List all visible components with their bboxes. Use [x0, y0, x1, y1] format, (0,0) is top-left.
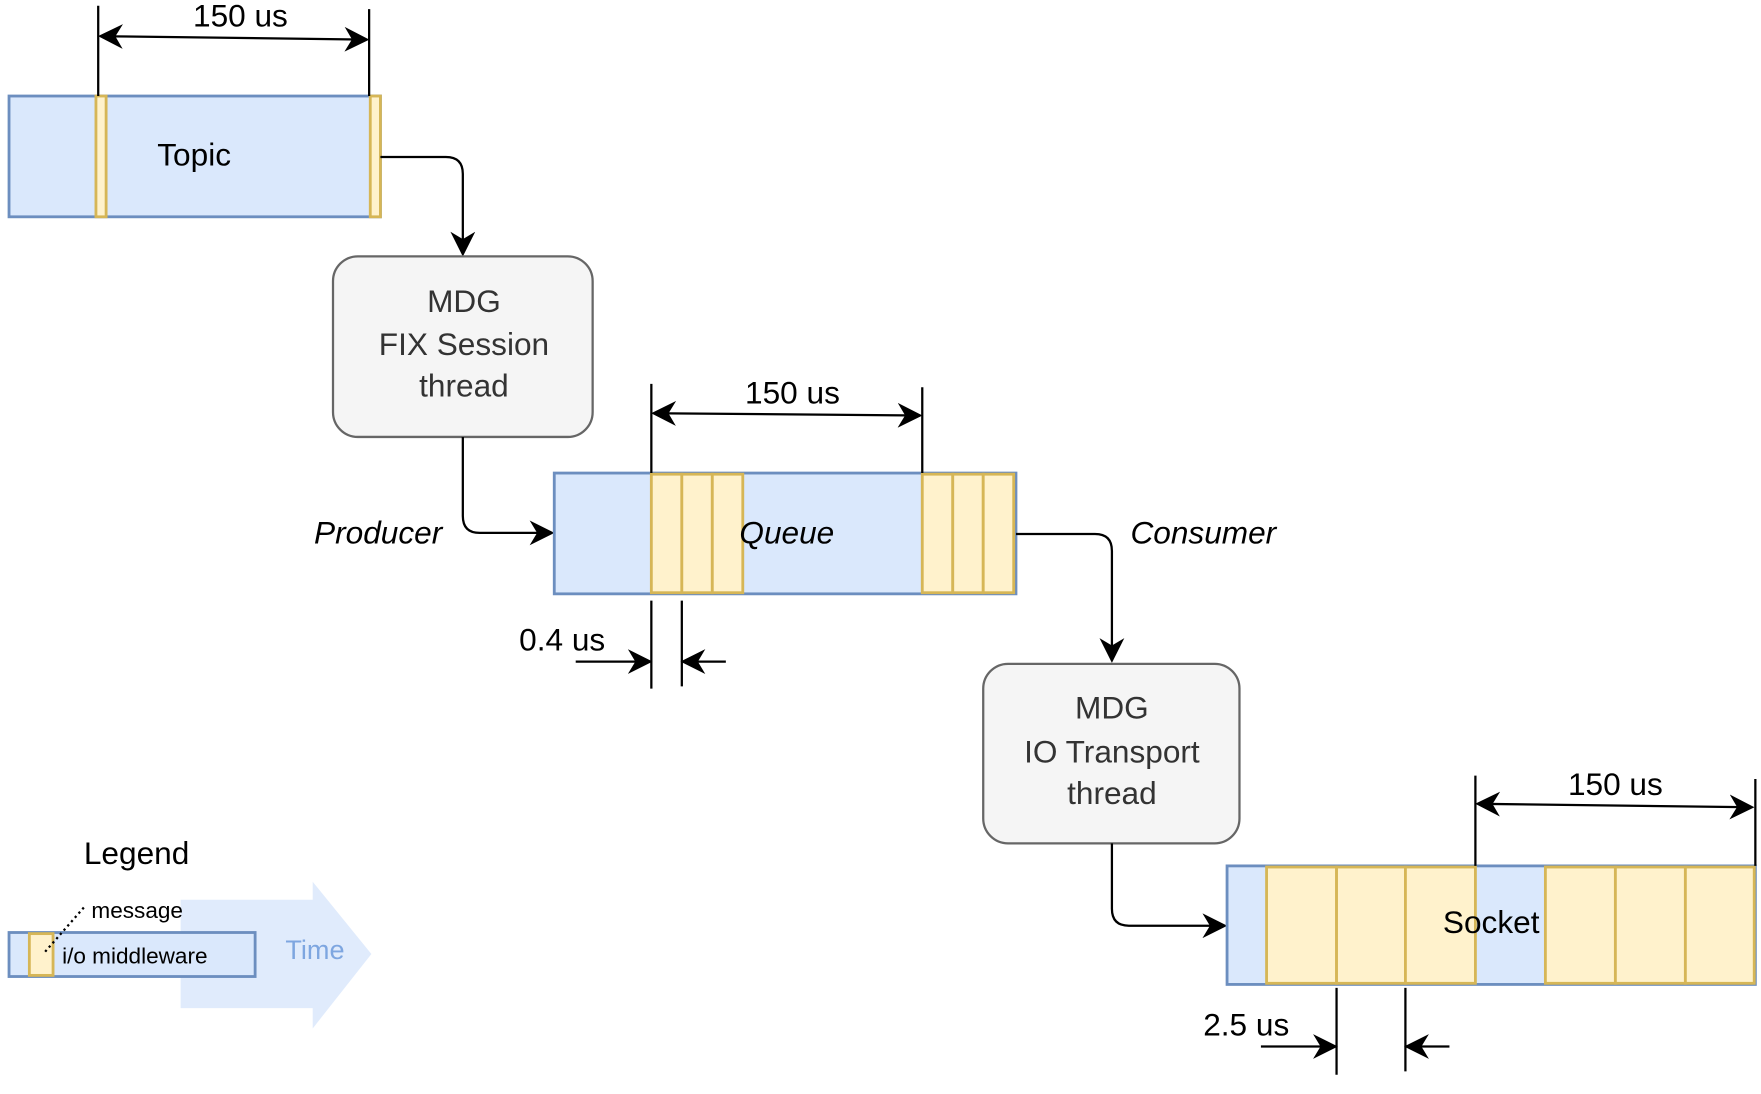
message-slot	[1335, 865, 1407, 985]
queue-dimension-label: 150 us	[745, 375, 840, 411]
producer-label: Producer	[314, 514, 444, 550]
io-thread-line: IO Transport	[1024, 733, 1200, 769]
legend: Legend Time message i/o middleware	[7, 835, 372, 1029]
fix-thread-line: MDG	[427, 283, 501, 319]
fix-to-queue-connector	[461, 436, 555, 546]
queue-buffer: Queue	[552, 471, 1018, 596]
message-slot	[1543, 865, 1617, 985]
message-slot	[368, 94, 382, 219]
message-slot	[680, 472, 714, 595]
queue-label: Queue	[739, 514, 834, 550]
topic-dimension: 150 us	[97, 0, 371, 97]
io-transport-thread: MDG IO Transport thread	[982, 662, 1241, 845]
socket-buffer: Socket	[1225, 864, 1757, 986]
topic-dimension-label: 150 us	[193, 0, 288, 33]
legend-message-slot	[27, 932, 55, 977]
socket-dimension-label: 150 us	[1568, 766, 1663, 802]
socket-label: Socket	[1443, 904, 1540, 940]
socket-message-dimension: 2.5 us	[1203, 987, 1450, 1075]
topic-to-fix-connector	[380, 155, 476, 257]
fix-thread-line: FIX Session	[379, 326, 549, 362]
message-slot	[710, 472, 745, 595]
fix-session-thread: MDG FIX Session thread	[331, 255, 594, 439]
message-slot	[649, 472, 684, 595]
message-slot	[951, 472, 985, 595]
io-thread-line: MDG	[1075, 689, 1149, 725]
message-slot	[920, 472, 955, 595]
topic-label: Topic	[157, 136, 231, 172]
io-thread-line: thread	[1067, 775, 1157, 811]
message-slot	[1613, 865, 1687, 985]
socket-message-dimension-label: 2.5 us	[1203, 1007, 1289, 1043]
message-slot	[981, 472, 1016, 595]
message-slot	[1683, 865, 1756, 985]
legend-io-middleware-label: i/o middleware	[62, 943, 207, 968]
queue-message-dimension: 0.4 us	[519, 600, 726, 689]
topic-buffer: Topic	[7, 94, 382, 219]
consumer-label: Consumer	[1130, 514, 1277, 550]
legend-message-label: message	[91, 898, 183, 923]
queue-message-dimension-label: 0.4 us	[519, 622, 605, 658]
message-slot	[94, 94, 108, 219]
io-to-socket-connector	[1110, 843, 1228, 939]
queue-dimension: 150 us	[650, 375, 924, 474]
time-label: Time	[285, 934, 344, 965]
socket-dimension: 150 us	[1474, 766, 1757, 866]
queue-to-io-connector	[1015, 532, 1125, 663]
legend-title: Legend	[84, 835, 189, 871]
message-slot	[1265, 865, 1338, 985]
latency-diagram: Topic 150 us MDG FIX Session thread Prod…	[7, 0, 1757, 1075]
fix-thread-line: thread	[419, 368, 509, 404]
